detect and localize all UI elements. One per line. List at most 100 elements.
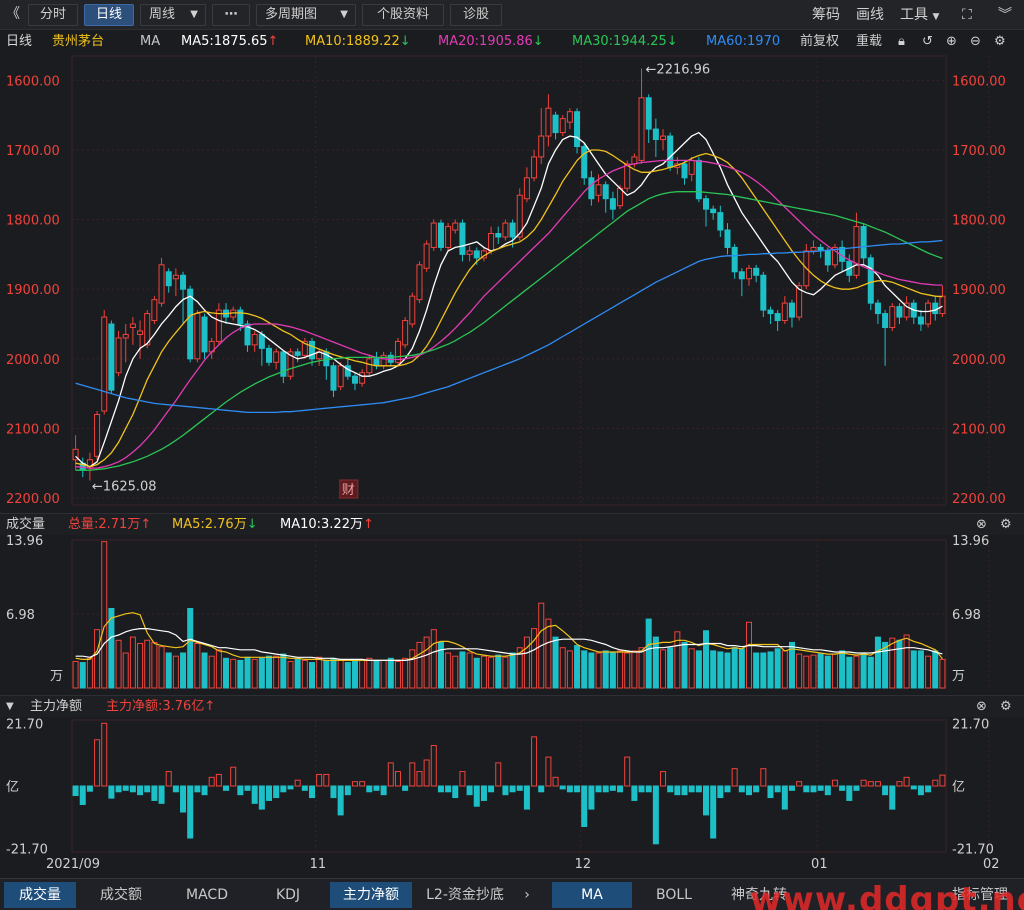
capital-bar bbox=[523, 785, 530, 810]
candle-body bbox=[158, 264, 165, 304]
capital-bar bbox=[831, 779, 838, 787]
chevron-right-icon[interactable]: › bbox=[518, 882, 536, 908]
tab-volume[interactable]: 成交量 bbox=[4, 882, 76, 908]
capital-bar bbox=[882, 785, 889, 796]
tab-kdj[interactable]: KDJ bbox=[252, 882, 324, 908]
volume-bar bbox=[545, 618, 552, 689]
chart-canvas[interactable]: 2200.00 2200.00 2100.00 2100.00 2000.00 2000.… bbox=[0, 0, 1024, 878]
volume-bar bbox=[660, 649, 667, 689]
price-axis-label-left: 1800.00 bbox=[6, 214, 60, 229]
candle-body bbox=[609, 198, 616, 210]
volume-bar bbox=[846, 656, 853, 689]
candle-body bbox=[731, 246, 738, 273]
watermark: www.ddgpt.net bbox=[750, 880, 1024, 910]
candle-body bbox=[774, 313, 781, 322]
volume-bar bbox=[559, 647, 566, 689]
price-frame bbox=[71, 55, 947, 506]
candle-body bbox=[745, 267, 752, 280]
capital-bar bbox=[330, 785, 337, 799]
capital-bar bbox=[896, 781, 903, 787]
candle-body bbox=[423, 243, 430, 269]
candle-body bbox=[495, 233, 502, 238]
capital-bar bbox=[294, 779, 301, 787]
tab-boll[interactable]: BOLL bbox=[638, 882, 710, 908]
capital-bar bbox=[108, 785, 115, 799]
volume-bar bbox=[896, 639, 903, 689]
volume-bar bbox=[387, 657, 394, 689]
capital-bar bbox=[645, 785, 652, 793]
capital-bar bbox=[810, 785, 817, 793]
volume-bar bbox=[817, 653, 824, 689]
price-axis-label-left: 1900.00 bbox=[6, 283, 60, 298]
capital-bar bbox=[552, 776, 559, 787]
capital-bar bbox=[308, 785, 315, 799]
capital-bar bbox=[846, 785, 853, 801]
capital-axis-label-right: 21.70 bbox=[952, 717, 989, 732]
volume-bar bbox=[910, 650, 917, 689]
candle-body bbox=[853, 226, 860, 276]
price-axis-label-right: 2200.00 bbox=[952, 492, 1006, 507]
candle-body bbox=[466, 250, 473, 255]
capital-bar bbox=[115, 785, 122, 793]
capital-bar bbox=[695, 785, 702, 793]
price-axis-label-right: 1800.00 bbox=[952, 214, 1006, 229]
volume-bar bbox=[94, 629, 101, 689]
volume-bar bbox=[867, 656, 874, 689]
volume-bar bbox=[301, 659, 308, 689]
capital-bar bbox=[187, 785, 194, 839]
capital-bar bbox=[251, 785, 258, 804]
capital-bar bbox=[416, 771, 423, 787]
capital-bar bbox=[208, 776, 215, 787]
volume-bar bbox=[129, 636, 136, 689]
volume-bar bbox=[165, 652, 172, 689]
volume-bar bbox=[831, 653, 838, 689]
tab-ma[interactable]: MA bbox=[552, 882, 632, 908]
candle-body bbox=[574, 111, 581, 147]
volume-bar bbox=[258, 657, 265, 689]
capital-bar bbox=[717, 785, 724, 799]
volume-bar bbox=[695, 650, 702, 689]
volume-bar bbox=[903, 634, 910, 689]
volume-bar bbox=[402, 657, 409, 689]
capital-bar bbox=[745, 785, 752, 796]
capital-bar bbox=[94, 739, 101, 787]
capital-bar bbox=[624, 756, 631, 787]
candle-body bbox=[538, 135, 545, 158]
volume-bar bbox=[115, 639, 122, 689]
capital-bar bbox=[151, 785, 158, 801]
candle-body bbox=[695, 159, 702, 200]
candle-body bbox=[330, 365, 337, 391]
volume-bar bbox=[774, 648, 781, 689]
volume-bar bbox=[144, 639, 151, 689]
volume-bar bbox=[631, 650, 638, 689]
volume-bar bbox=[796, 653, 803, 689]
tab-macd[interactable]: MACD bbox=[166, 882, 248, 908]
capital-bar bbox=[466, 785, 473, 796]
candle-body bbox=[115, 337, 122, 374]
capital-axis-label-left: -21.70 bbox=[6, 843, 48, 858]
capital-bar bbox=[674, 785, 681, 796]
capital-bar bbox=[266, 785, 273, 801]
tab-turnover[interactable]: 成交额 bbox=[80, 882, 162, 908]
volume-bar bbox=[394, 660, 401, 689]
volume-bar bbox=[588, 652, 595, 689]
time-axis-label: 01 bbox=[811, 857, 828, 872]
volume-bar bbox=[574, 645, 581, 689]
capital-bar bbox=[101, 722, 108, 787]
candle-body bbox=[545, 107, 552, 137]
capital-bar bbox=[201, 785, 208, 796]
capital-bar bbox=[351, 781, 358, 787]
candle-body bbox=[688, 159, 695, 175]
candle-body bbox=[201, 316, 208, 353]
tab-capital[interactable]: 主力净额 bbox=[330, 882, 412, 908]
candle-body bbox=[258, 333, 265, 349]
capital-bar bbox=[258, 785, 265, 810]
capital-bar bbox=[796, 781, 803, 787]
candle-body bbox=[101, 316, 108, 412]
candle-body bbox=[294, 351, 301, 356]
tab-l2-capital[interactable]: L2-资金抄底 bbox=[416, 882, 514, 908]
candle-body bbox=[889, 306, 896, 328]
volume-bar bbox=[351, 660, 358, 689]
volume-bar bbox=[473, 657, 480, 689]
capital-bar bbox=[559, 785, 566, 790]
